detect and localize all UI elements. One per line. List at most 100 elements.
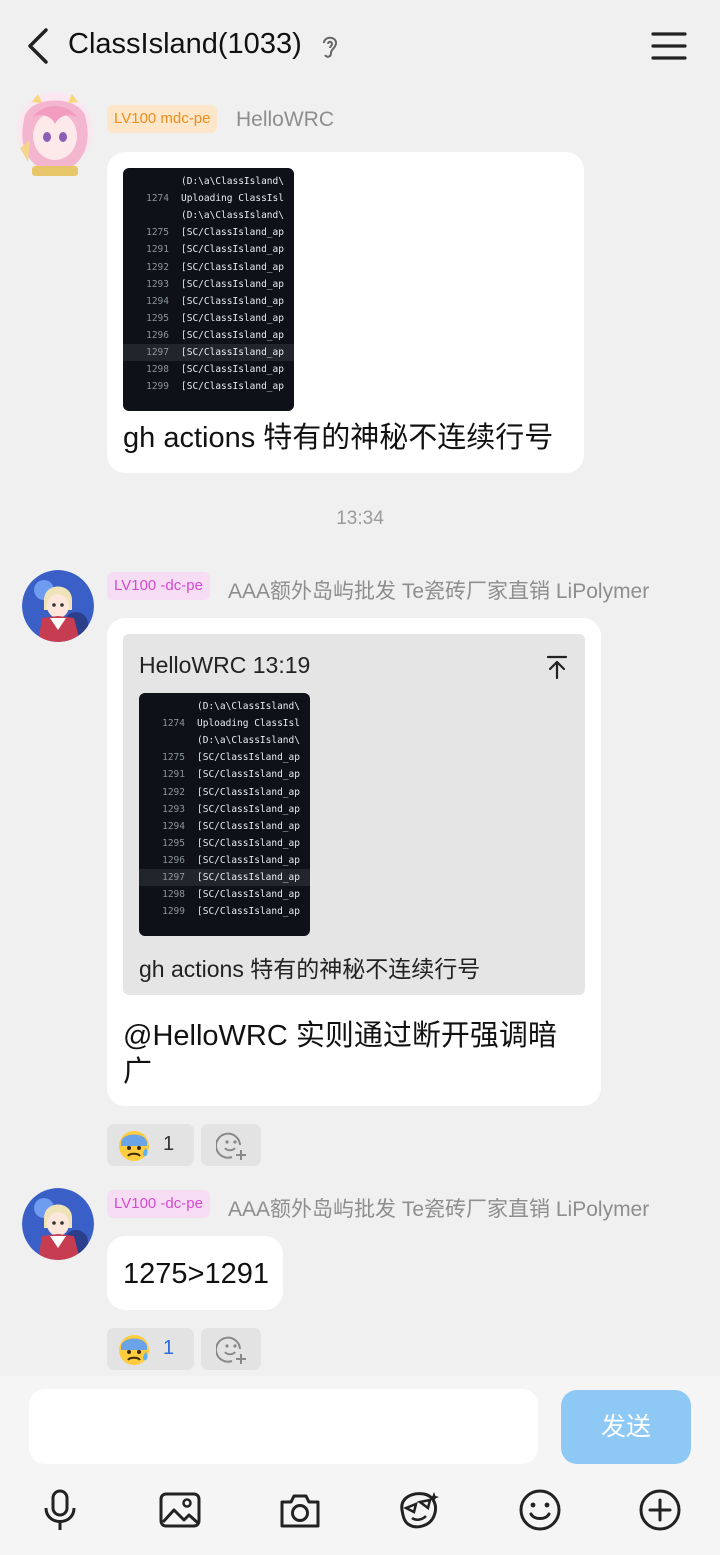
code-line-number: 1299: [162, 906, 185, 918]
code-line: 1291 [SC/ClassIsland_ap: [139, 766, 310, 783]
code-line-number: 1298: [162, 889, 185, 901]
code-line: 1294 [SC/ClassIsland_ap: [123, 293, 294, 310]
send-button[interactable]: 发送: [561, 1390, 691, 1464]
code-line: 1298 [SC/ClassIsland_ap: [123, 361, 294, 378]
message-text: 1275>1291: [123, 1258, 269, 1290]
add-reaction-icon: [216, 1132, 246, 1160]
code-line: 1295 [SC/ClassIsland_ap: [123, 310, 294, 327]
code-line-number: 1275: [146, 227, 169, 239]
avatar[interactable]: [22, 570, 94, 642]
code-line-text: [SC/ClassIsland_ap: [181, 261, 284, 273]
chat-title[interactable]: ClassIsland(1033): [68, 28, 302, 61]
code-line-text: [SC/ClassIsland_ap: [181, 227, 284, 239]
quoted-reply[interactable]: HelloWRC 13:19 (D:\a\ClassIsland\ 1274 Upl…: [123, 634, 585, 995]
code-line-number: 1291: [162, 769, 185, 781]
code-line: 1299 [SC/ClassIsland_ap: [139, 903, 310, 920]
code-line-text: (D:\a\ClassIsland\: [197, 735, 300, 747]
message-input[interactable]: [29, 1389, 538, 1464]
code-line-number: 1298: [146, 364, 169, 376]
message-bubble[interactable]: HelloWRC 13:19 (D:\a\ClassIsland\ 1274 Upl…: [107, 618, 601, 1106]
avatar-image: [22, 570, 94, 642]
code-line: 1291 [SC/ClassIsland_ap: [123, 241, 294, 258]
code-line-text: [SC/ClassIsland_ap: [181, 278, 284, 290]
ear-icon: [323, 36, 338, 58]
avatar-image: [22, 1188, 94, 1260]
reaction-chip[interactable]: 1: [107, 1328, 194, 1370]
code-line: (D:\a\ClassIsland\: [139, 732, 310, 749]
avatar[interactable]: [12, 90, 98, 182]
message-text-line: 广: [123, 1056, 153, 1088]
sender-name[interactable]: HelloWRC: [236, 108, 334, 132]
chat-header: ClassIsland(1033): [0, 0, 720, 90]
code-line: 1297 [SC/ClassIsland_ap: [123, 344, 294, 361]
add-reaction-icon: [216, 1336, 246, 1364]
code-line-text: [SC/ClassIsland_ap: [197, 786, 300, 798]
code-line-text: (D:\a\ClassIsland\: [197, 701, 300, 712]
sender-name[interactable]: AAA额外岛屿批发 Te瓷砖厂家直销 LiPolymer: [228, 575, 649, 605]
message-text: gh actions 特有的神秘不连续行号: [123, 422, 554, 454]
code-line: 1298 [SC/ClassIsland_ap: [139, 886, 310, 903]
code-line: 1294 [SC/ClassIsland_ap: [139, 818, 310, 835]
plus-icon[interactable]: [638, 1488, 682, 1532]
code-line-text: (D:\a\ClassIsland\: [181, 176, 284, 187]
code-line-text: [SC/ClassIsland_ap: [181, 381, 284, 393]
message-text-line: @HelloWRC 实则通过断开强调暗: [123, 1020, 557, 1052]
sticker-icon[interactable]: [396, 1488, 440, 1532]
avatar[interactable]: [22, 1188, 94, 1260]
sender-name[interactable]: AAA额外岛屿批发 Te瓷砖厂家直销 LiPolymer: [228, 1193, 649, 1223]
code-line: (D:\a\ClassIsland\: [123, 207, 294, 224]
code-line-text: [SC/ClassIsland_ap: [197, 769, 300, 781]
code-line: 1293 [SC/ClassIsland_ap: [123, 276, 294, 293]
code-line: 1274 Uploading ClassIsl: [123, 190, 294, 207]
anxious-sweat-emoji-icon: [119, 1335, 149, 1365]
reaction-chip[interactable]: 1: [107, 1124, 194, 1166]
code-line-text: [SC/ClassIsland_ap: [197, 803, 300, 815]
message-bubble[interactable]: 1275>1291: [107, 1236, 283, 1310]
code-line-text: (D:\a\ClassIsland\: [181, 210, 284, 222]
message-bubble[interactable]: (D:\a\ClassIsland\ 1274 Uploading ClassIsl…: [107, 152, 584, 473]
image-icon[interactable]: [158, 1488, 202, 1532]
code-line-text: [SC/ClassIsland_ap: [197, 820, 300, 832]
code-line-text: [SC/ClassIsland_ap: [181, 347, 284, 358]
code-line: 1293 [SC/ClassIsland_ap: [139, 801, 310, 818]
reaction-count: 1: [163, 1133, 175, 1155]
add-reaction-button[interactable]: [201, 1124, 261, 1166]
code-line-number: 1299: [146, 381, 169, 393]
level-badge: LV100 -dc-pe: [107, 1190, 210, 1218]
emoji-icon[interactable]: [518, 1488, 562, 1532]
microphone-icon[interactable]: [38, 1488, 82, 1532]
code-line: 1299 [SC/ClassIsland_ap: [123, 378, 294, 395]
code-line: 1296 [SC/ClassIsland_ap: [123, 327, 294, 344]
code-line-text: Uploading ClassIsl: [197, 718, 300, 730]
code-line-number: 1294: [146, 295, 169, 307]
code-line-number: 1291: [146, 244, 169, 256]
camera-icon[interactable]: [278, 1488, 322, 1532]
code-screenshot-image[interactable]: (D:\a\ClassIsland\ 1274 Uploading ClassIsl…: [123, 168, 294, 411]
code-line-text: [SC/ClassIsland_ap: [181, 364, 284, 376]
level-badge: LV100 -dc-pe: [107, 572, 210, 600]
menu-icon[interactable]: [650, 30, 688, 62]
message-text: @HelloWRC 实则通过断开强调暗 广: [123, 1018, 557, 1090]
code-line: 1292 [SC/ClassIsland_ap: [139, 784, 310, 801]
code-line: (D:\a\ClassIsland\: [123, 173, 294, 190]
back-arrow-icon[interactable]: [22, 26, 56, 66]
code-line-number: 1292: [162, 786, 185, 798]
code-line-text: [SC/ClassIsland_ap: [181, 295, 284, 307]
code-line-text: [SC/ClassIsland_ap: [181, 329, 284, 341]
code-line-text: [SC/ClassIsland_ap: [197, 889, 300, 901]
code-line-number: 1275: [162, 752, 185, 764]
code-line: 1275 [SC/ClassIsland_ap: [123, 224, 294, 241]
code-line: 1295 [SC/ClassIsland_ap: [139, 835, 310, 852]
code-line-number: 1297: [162, 872, 185, 883]
code-line: (D:\a\ClassIsland\: [139, 698, 310, 715]
code-line-text: [SC/ClassIsland_ap: [181, 312, 284, 324]
jump-to-original-icon[interactable]: [545, 654, 569, 680]
level-badge: LV100 mdc-pe: [107, 105, 218, 133]
add-reaction-button[interactable]: [201, 1328, 261, 1370]
quoted-reply-text: gh actions 特有的神秘不连续行号: [139, 956, 481, 982]
input-bar: 发送: [0, 1376, 720, 1555]
code-line-number: 1293: [146, 278, 169, 290]
code-line: 1296 [SC/ClassIsland_ap: [139, 852, 310, 869]
code-line-number: 1296: [146, 329, 169, 341]
code-screenshot-image[interactable]: (D:\a\ClassIsland\ 1274 Uploading ClassIsl…: [139, 693, 310, 936]
